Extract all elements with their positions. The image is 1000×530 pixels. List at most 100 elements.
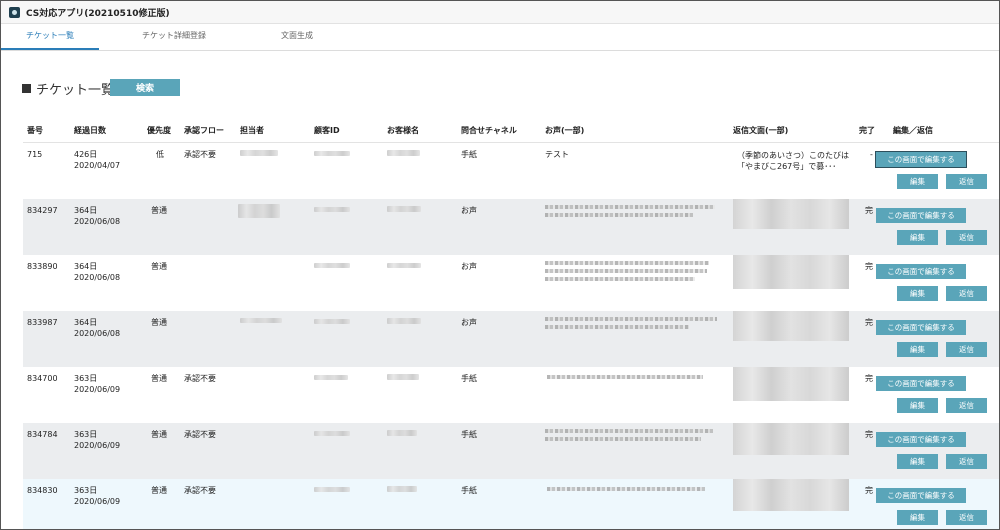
blurred-assignee (238, 204, 280, 218)
col-header-edit-reply[interactable]: 編集／返信 (893, 125, 933, 136)
col-header-priority[interactable]: 優先度 (147, 125, 171, 136)
blurred-customer-name (387, 263, 421, 268)
search-button[interactable]: 検索 (110, 79, 180, 96)
cell-approval: 承認不要 (184, 374, 216, 383)
col-header-reply[interactable]: 返信文面(一部) (733, 125, 788, 136)
cell-priority: 普通 (151, 486, 167, 495)
blurred-customer-id (314, 487, 350, 492)
reply-button[interactable]: 返信 (946, 286, 987, 301)
cell-date: 2020/06/09 (74, 497, 121, 506)
cell-done: 完 (865, 486, 873, 495)
table-row: 715 426日 2020/04/07 低 承認不要 手紙 テスト （季節のあい… (23, 143, 999, 199)
cell-priority: 普通 (151, 430, 167, 439)
blurred-reply (733, 423, 849, 455)
reply-button[interactable]: 返信 (946, 174, 987, 189)
col-header-number[interactable]: 番号 (27, 125, 43, 136)
edit-button[interactable]: 編集 (897, 342, 938, 357)
cell-approval: 承認不要 (184, 150, 216, 159)
edit-button[interactable]: 編集 (897, 230, 938, 245)
cell-priority: 普通 (151, 262, 167, 271)
edit-button[interactable]: 編集 (897, 510, 938, 525)
reply-button[interactable]: 返信 (946, 398, 987, 413)
cell-date: 2020/04/07 (74, 161, 121, 170)
title-bar: CS対応アプリ(20210510修正版) (1, 1, 999, 24)
cell-done: 完 (865, 318, 873, 327)
cell-done: 完 (865, 430, 873, 439)
cell-channel: お声 (461, 262, 477, 271)
edit-button[interactable]: 編集 (897, 398, 938, 413)
cell-priority: 低 (156, 150, 164, 159)
cell-channel: 手紙 (461, 430, 477, 439)
cell-days: 364日 (74, 206, 98, 215)
edit-here-button[interactable]: この画面で編集する (876, 376, 966, 391)
blurred-customer-name (387, 150, 420, 156)
table-row: 834700 363日 2020/06/09 普通 承認不要 手紙 完 (23, 367, 999, 423)
cell-date: 2020/06/08 (74, 329, 121, 338)
blurred-voice-line1 (545, 429, 713, 433)
reply-button[interactable]: 返信 (946, 454, 987, 469)
cell-number: 834700 (27, 374, 58, 383)
edit-button[interactable]: 編集 (897, 454, 938, 469)
blurred-assignee (240, 318, 282, 323)
edit-here-button[interactable]: この画面で編集する (876, 320, 966, 335)
page-heading: チケット一覧 (22, 79, 114, 98)
cell-channel: 手紙 (461, 374, 477, 383)
col-header-assignee[interactable]: 担当者 (240, 125, 264, 136)
blurred-voice-line1 (545, 261, 709, 265)
reply-button[interactable]: 返信 (946, 230, 987, 245)
cell-priority: 普通 (151, 374, 167, 383)
blurred-customer-id (314, 151, 350, 156)
blurred-customer-id (314, 319, 350, 324)
blurred-customer-name (387, 486, 417, 492)
edit-here-button[interactable]: この画面で編集する (876, 488, 966, 503)
blurred-customer-id (314, 431, 350, 436)
app-window: CS対応アプリ(20210510修正版) チケット一覧 チケット詳細登録 文面生… (0, 0, 1000, 530)
blurred-customer-name (387, 318, 421, 324)
edit-here-button[interactable]: この画面で編集する (876, 264, 966, 279)
app-title: CS対応アプリ(20210510修正版) (26, 8, 170, 19)
blurred-voice-line1 (545, 317, 717, 321)
cell-days: 363日 (74, 430, 98, 439)
reply-button[interactable]: 返信 (946, 510, 987, 525)
blurred-voice-line2 (545, 325, 689, 329)
edit-button[interactable]: 編集 (897, 286, 938, 301)
blurred-reply (733, 367, 849, 401)
cell-number: 834297 (27, 206, 58, 215)
blurred-voice-line3 (545, 277, 695, 281)
blurred-voice-line2 (545, 269, 707, 273)
col-header-channel[interactable]: 問合せチャネル (461, 125, 517, 136)
col-header-done[interactable]: 完了 (859, 125, 875, 136)
cell-days: 426日 (74, 150, 98, 159)
edit-here-button[interactable]: この画面で編集する (876, 432, 966, 447)
cell-days: 363日 (74, 374, 98, 383)
table-row: 833987 364日 2020/06/08 普通 お声 完 (23, 311, 999, 367)
tab-ticket-list[interactable]: チケット一覧 (1, 24, 99, 50)
cell-done: 完 (865, 374, 873, 383)
cell-date: 2020/06/08 (74, 217, 121, 226)
cell-number: 715 (27, 150, 43, 159)
cell-reply-line2: 「やまびこ267号」で募･･･ (737, 162, 837, 171)
page-title: チケット一覧 (36, 83, 115, 98)
reply-button[interactable]: 返信 (946, 342, 987, 357)
col-header-days[interactable]: 経過日数 (74, 125, 106, 136)
col-header-approval[interactable]: 承認フロー (184, 125, 224, 136)
col-header-customer-name[interactable]: お客様名 (387, 125, 419, 136)
cell-date: 2020/06/08 (74, 273, 121, 282)
cell-approval: 承認不要 (184, 486, 216, 495)
heading-square-icon (22, 84, 31, 93)
edit-button[interactable]: 編集 (897, 174, 938, 189)
cell-voice: テスト (545, 150, 569, 159)
tab-text-generation[interactable]: 文面生成 (249, 24, 345, 50)
edit-here-button[interactable]: この画面で編集する (876, 208, 966, 223)
col-header-voice[interactable]: お声(一部) (545, 125, 584, 136)
col-header-customer-id[interactable]: 顧客ID (314, 125, 340, 136)
blurred-customer-id (314, 375, 348, 380)
cell-approval: 承認不要 (184, 430, 216, 439)
blurred-customer-name (387, 206, 421, 212)
blurred-customer-id (314, 263, 350, 268)
blurred-customer-id (314, 207, 350, 212)
edit-here-button[interactable]: この画面で編集する (876, 152, 966, 167)
tab-ticket-detail[interactable]: チケット詳細登録 (99, 24, 249, 50)
cell-channel: 手紙 (461, 150, 477, 159)
tab-bar: チケット一覧 チケット詳細登録 文面生成 (1, 24, 999, 51)
